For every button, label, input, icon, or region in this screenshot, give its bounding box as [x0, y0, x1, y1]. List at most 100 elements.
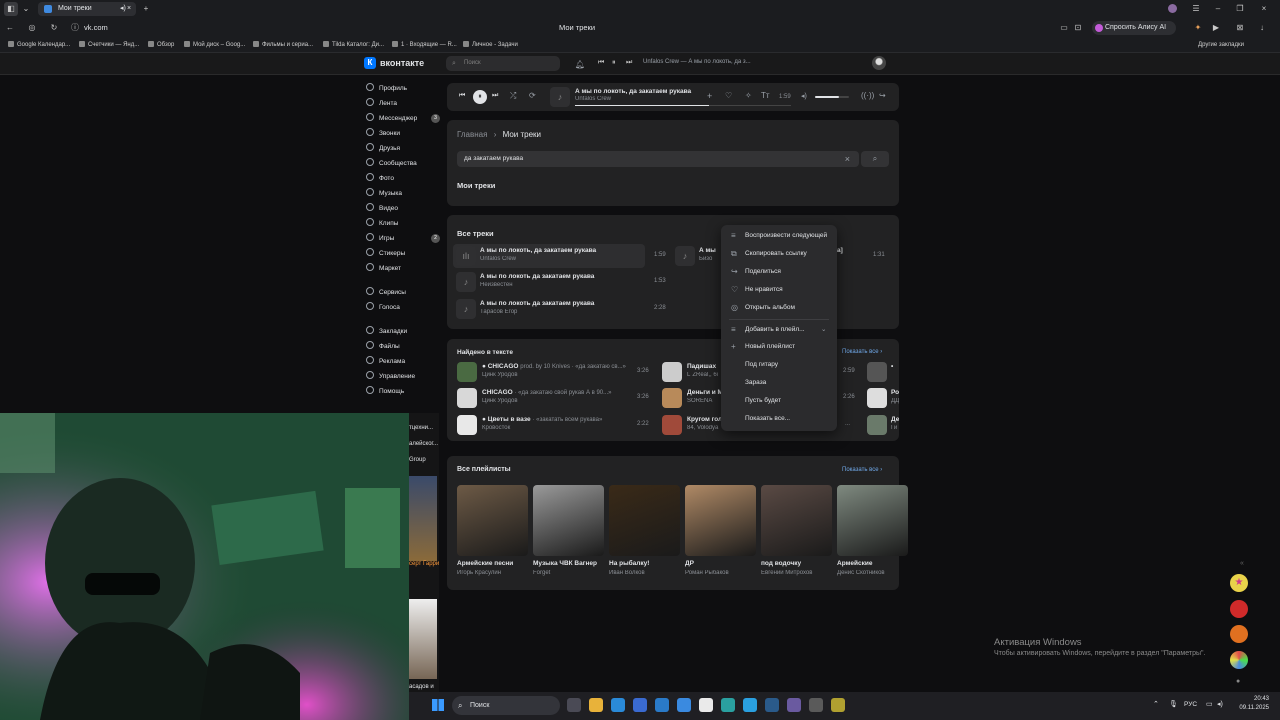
context-menu-item[interactable]: Зараза	[721, 374, 837, 392]
bookmark-icon[interactable]: ⊡	[1072, 21, 1084, 35]
track-title[interactable]: А мы по локоть, да закатаем рукава	[480, 247, 620, 254]
ask-alice-button[interactable]: Спросить Алису AI	[1092, 21, 1176, 35]
track-title[interactable]: ● CHICAGO prod. by 10 Knives · «да закат…	[482, 363, 627, 370]
volume-slider[interactable]	[815, 96, 849, 98]
context-menu-item[interactable]: ↪ Поделиться	[721, 263, 837, 281]
playlist-title[interactable]: под водочку	[761, 560, 833, 567]
track-artist[interactable]: Цинк Уродов	[482, 398, 622, 404]
track-cover[interactable]	[867, 415, 887, 435]
close-tab-icon[interactable]: ×	[127, 2, 131, 16]
vk-logo-icon[interactable]: К	[364, 57, 376, 69]
playlist-title[interactable]: Армейские песни	[457, 560, 529, 567]
lock-icon-2[interactable]: ⊠	[1234, 21, 1246, 35]
bookmark-item[interactable]: 1 · Входящие — R...	[392, 38, 457, 53]
nav-item-clips[interactable]: Клипы	[366, 218, 398, 230]
edge-icon[interactable]	[611, 698, 625, 712]
nav-item-photos[interactable]: Фото	[366, 173, 394, 185]
extension-icon[interactable]: ▭	[1058, 21, 1070, 35]
browser-menu-icon[interactable]: ◧	[4, 2, 18, 16]
nav-item-games[interactable]: Игры	[366, 233, 394, 245]
repeat-icon[interactable]: ⟳	[529, 91, 536, 100]
download-icon[interactable]: ↓	[1256, 21, 1268, 35]
bookmark-item[interactable]: Мой диск – Goog...	[184, 38, 245, 53]
track-artist[interactable]: ДД	[891, 398, 899, 404]
app-icon[interactable]	[787, 698, 801, 712]
vk-search-input[interactable]: ⌕ Поиск	[446, 56, 560, 71]
playlist-author[interactable]: Иван Волков	[609, 570, 681, 576]
nav-item-files[interactable]: Файлы	[366, 341, 400, 353]
nav-item-messenger[interactable]: Мессенджер	[366, 113, 417, 125]
playlist-author[interactable]: Евгений Митрохов	[761, 570, 833, 576]
track-cover[interactable]	[867, 362, 887, 382]
track-title[interactable]: Ро	[891, 389, 899, 396]
header-now-playing[interactable]: Unfalos Crew — А мы по локоть, да з...	[643, 59, 751, 65]
track-cover[interactable]	[662, 362, 682, 382]
nav-item-calls[interactable]: Звонки	[366, 128, 400, 140]
bell-icon[interactable]: 🔔︎	[574, 58, 586, 72]
bookmark-item[interactable]: Счетчики — Янд...	[79, 38, 139, 53]
shuffle-icon[interactable]: ⤮	[510, 91, 516, 101]
settings-icon[interactable]	[809, 698, 823, 712]
prev-icon[interactable]: ⏮	[459, 92, 465, 100]
nav-item-video[interactable]: Видео	[366, 203, 398, 215]
track-artist[interactable]: Цинк Уродов	[482, 372, 622, 378]
breadcrumb-home[interactable]: Главная	[457, 130, 487, 139]
track-title[interactable]: Деньги и М	[687, 389, 721, 396]
track-cover[interactable]	[457, 388, 477, 408]
track-title[interactable]: Падишах	[687, 363, 721, 370]
telegram-icon[interactable]	[743, 698, 757, 712]
nav-item-help[interactable]: Помощь	[366, 386, 404, 398]
sparkle-icon[interactable]: ✧	[745, 91, 752, 100]
nav-item-market[interactable]: Маркет	[366, 263, 401, 275]
nav-item-ads[interactable]: Реклама	[366, 356, 405, 368]
track-cover[interactable]	[662, 415, 682, 435]
music-note-icon[interactable]: ♪	[456, 272, 476, 292]
music-search-input[interactable]: да закатаем рукава ×	[457, 151, 859, 167]
music-note-icon[interactable]: ♪	[456, 299, 476, 319]
network-icon[interactable]: ▭	[1206, 700, 1213, 708]
app-icon[interactable]	[1230, 600, 1248, 618]
track-artist[interactable]: Кровосток	[482, 425, 622, 431]
language-indicator[interactable]: РУС	[1184, 701, 1197, 708]
broadcast-icon[interactable]: ((·))	[861, 91, 874, 100]
search-submit-button[interactable]: ⌕	[861, 151, 889, 167]
track-artist[interactable]: Ги	[891, 425, 899, 431]
context-menu-item[interactable]: ≡ Добавить в плейл... ⌄	[721, 321, 837, 339]
tabs-menu-icon[interactable]: ☰	[1190, 2, 1202, 16]
nav-item-manage[interactable]: Управление	[366, 371, 415, 383]
nav-item-communities[interactable]: Сообщества	[366, 158, 417, 170]
track-cover[interactable]	[457, 362, 477, 382]
app-icon[interactable]	[1230, 625, 1248, 643]
playlist-cover[interactable]	[533, 485, 604, 556]
nav-item-profile[interactable]: Профиль	[366, 83, 407, 95]
nav-item-friends[interactable]: Друзья	[366, 143, 400, 155]
context-menu-item[interactable]: + Новый плейлист	[721, 338, 837, 356]
tray-date[interactable]: 09.11.2025	[1231, 705, 1269, 711]
nav-item-services[interactable]: Сервисы	[366, 287, 406, 299]
windows-start-icon[interactable]	[432, 699, 444, 711]
yandex-browser-icon[interactable]	[699, 698, 713, 712]
header-next-icon[interactable]: ⏭	[626, 59, 632, 67]
chevron-down-icon[interactable]: ⌄	[20, 2, 32, 16]
bookmark-item[interactable]: Обзор	[148, 38, 174, 53]
pause-button[interactable]: ⏸	[473, 90, 487, 104]
avatar[interactable]	[872, 56, 886, 70]
context-menu-item[interactable]: ≡ Воспроизвести следующей	[721, 227, 837, 245]
context-menu-item[interactable]: ♡ Не нравится	[721, 281, 837, 299]
app-icon[interactable]	[1230, 651, 1248, 669]
task-view-icon[interactable]	[567, 698, 581, 712]
app-icon[interactable]	[831, 698, 845, 712]
track-title[interactable]: ● Цветы в вазе · «закатать всем рукава»	[482, 416, 627, 423]
nav-item-votes[interactable]: Голоса	[366, 302, 400, 314]
app-icon[interactable]	[721, 698, 735, 712]
taskbar-search[interactable]: ⌕ Поиск	[452, 696, 560, 715]
header-prev-icon[interactable]: ⏮	[598, 59, 604, 67]
todo-icon[interactable]	[677, 698, 691, 712]
track-cover[interactable]	[662, 388, 682, 408]
track-cover[interactable]	[457, 415, 477, 435]
bookmark-item[interactable]: Фильмы и сериа...	[253, 38, 313, 53]
track-title[interactable]: Кругом гол	[687, 416, 721, 423]
nav-item-bookmarks[interactable]: Закладки	[366, 326, 407, 338]
playlist-cover[interactable]	[837, 485, 908, 556]
clear-search-icon[interactable]: ×	[845, 151, 850, 167]
